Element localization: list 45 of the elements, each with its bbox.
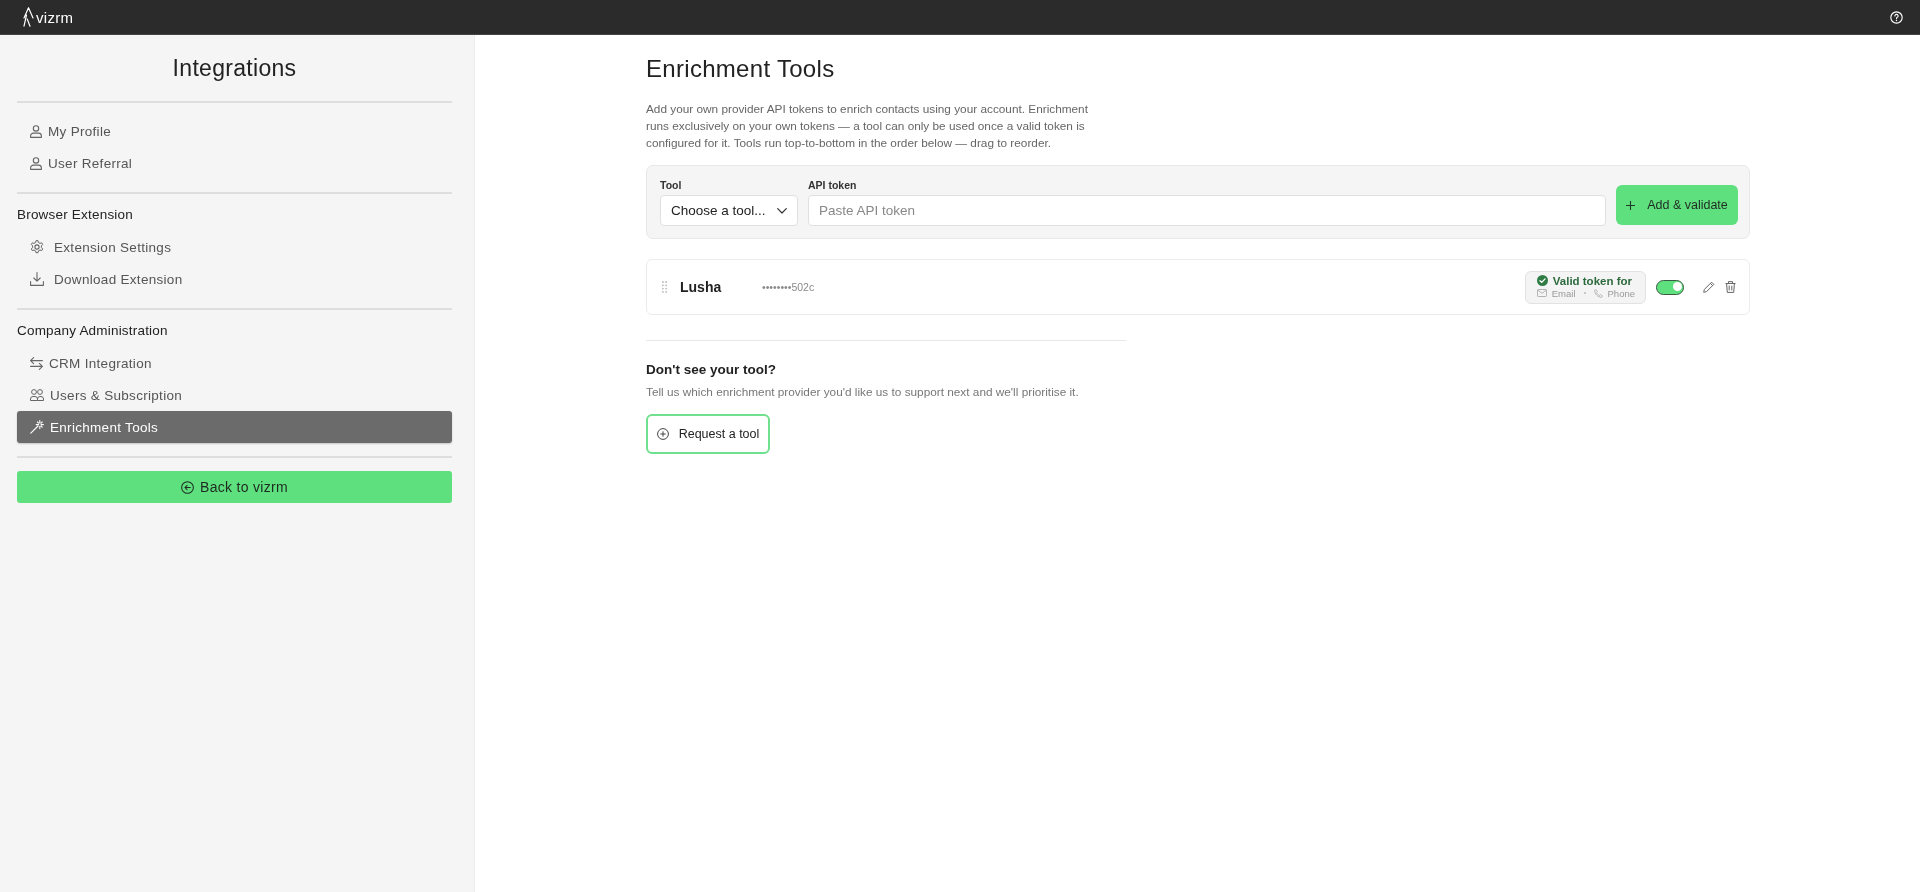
api-token-input[interactable]: Paste API token: [808, 195, 1606, 226]
field-label: Tool: [660, 179, 683, 192]
chevron-down-icon: [777, 207, 787, 214]
nav-item[interactable]: My Profile: [17, 115, 452, 147]
gear-icon: [30, 240, 44, 254]
tool-select[interactable]: Choose a tool...: [660, 195, 798, 226]
tool-name: Lusha: [680, 279, 723, 295]
person-icon: [30, 124, 42, 138]
envelope-icon: [1536, 289, 1547, 297]
page-description: Add your own provider API tokens to enrich contacts using your account. Enrichment runs exclusively on your own tokens — a tool can only be used once a valid token is configured for it. Tools run top-to-bottom in the order below — drag to reorder.: [646, 101, 1089, 152]
sidebar-title: Integrations: [171, 54, 298, 83]
nav-item[interactable]: User Referral: [17, 147, 452, 179]
swap-arrows-icon: [30, 356, 43, 370]
drag-handle-icon[interactable]: [662, 281, 667, 293]
section-heading: Company Administration: [17, 322, 169, 340]
masked-token: ••••••••502c: [762, 281, 815, 293]
nav-item[interactable]: CRM Integration: [17, 347, 452, 379]
phone-icon: [1593, 288, 1603, 298]
nav-item[interactable]: Extension Settings: [17, 231, 452, 263]
status-text: Valid token for: [1552, 274, 1632, 287]
nav-item[interactable]: Users & Subscription: [17, 379, 452, 411]
section-heading: Browser Extension: [17, 206, 134, 224]
download-icon: [30, 272, 44, 286]
trash-icon[interactable]: [1725, 281, 1736, 293]
nav-item[interactable]: Enrichment Tools: [17, 411, 452, 443]
page-title: Enrichment Tools: [646, 54, 835, 84]
people-icon: [30, 389, 44, 401]
pencil-icon[interactable]: [1703, 281, 1715, 293]
capability-label: Phone: [1607, 287, 1635, 299]
plus-circle-icon: [656, 428, 669, 440]
enable-toggle[interactable]: [1656, 279, 1684, 295]
nav-item[interactable]: Download Extension: [17, 263, 452, 295]
help-icon[interactable]: [1890, 10, 1903, 24]
back-button[interactable]: Back to vizrm: [17, 471, 452, 503]
plus-icon: [1626, 200, 1636, 210]
request-description: Tell us which enrichment provider you'd like us to support next and we'll prioritise it.: [646, 384, 1079, 400]
person-icon: [30, 156, 42, 170]
magic-wand-icon: [30, 420, 44, 434]
field-label: API token: [808, 179, 858, 192]
logo-text[interactable]: vizrm: [36, 8, 74, 26]
request-heading: Don't see your tool?: [646, 361, 776, 379]
capability-label: Email: [1551, 287, 1576, 299]
logo-mark-icon[interactable]: [23, 7, 34, 27]
add-validate-button[interactable]: Add & validate: [1616, 185, 1738, 225]
request-tool-button[interactable]: Request a tool: [646, 414, 770, 454]
